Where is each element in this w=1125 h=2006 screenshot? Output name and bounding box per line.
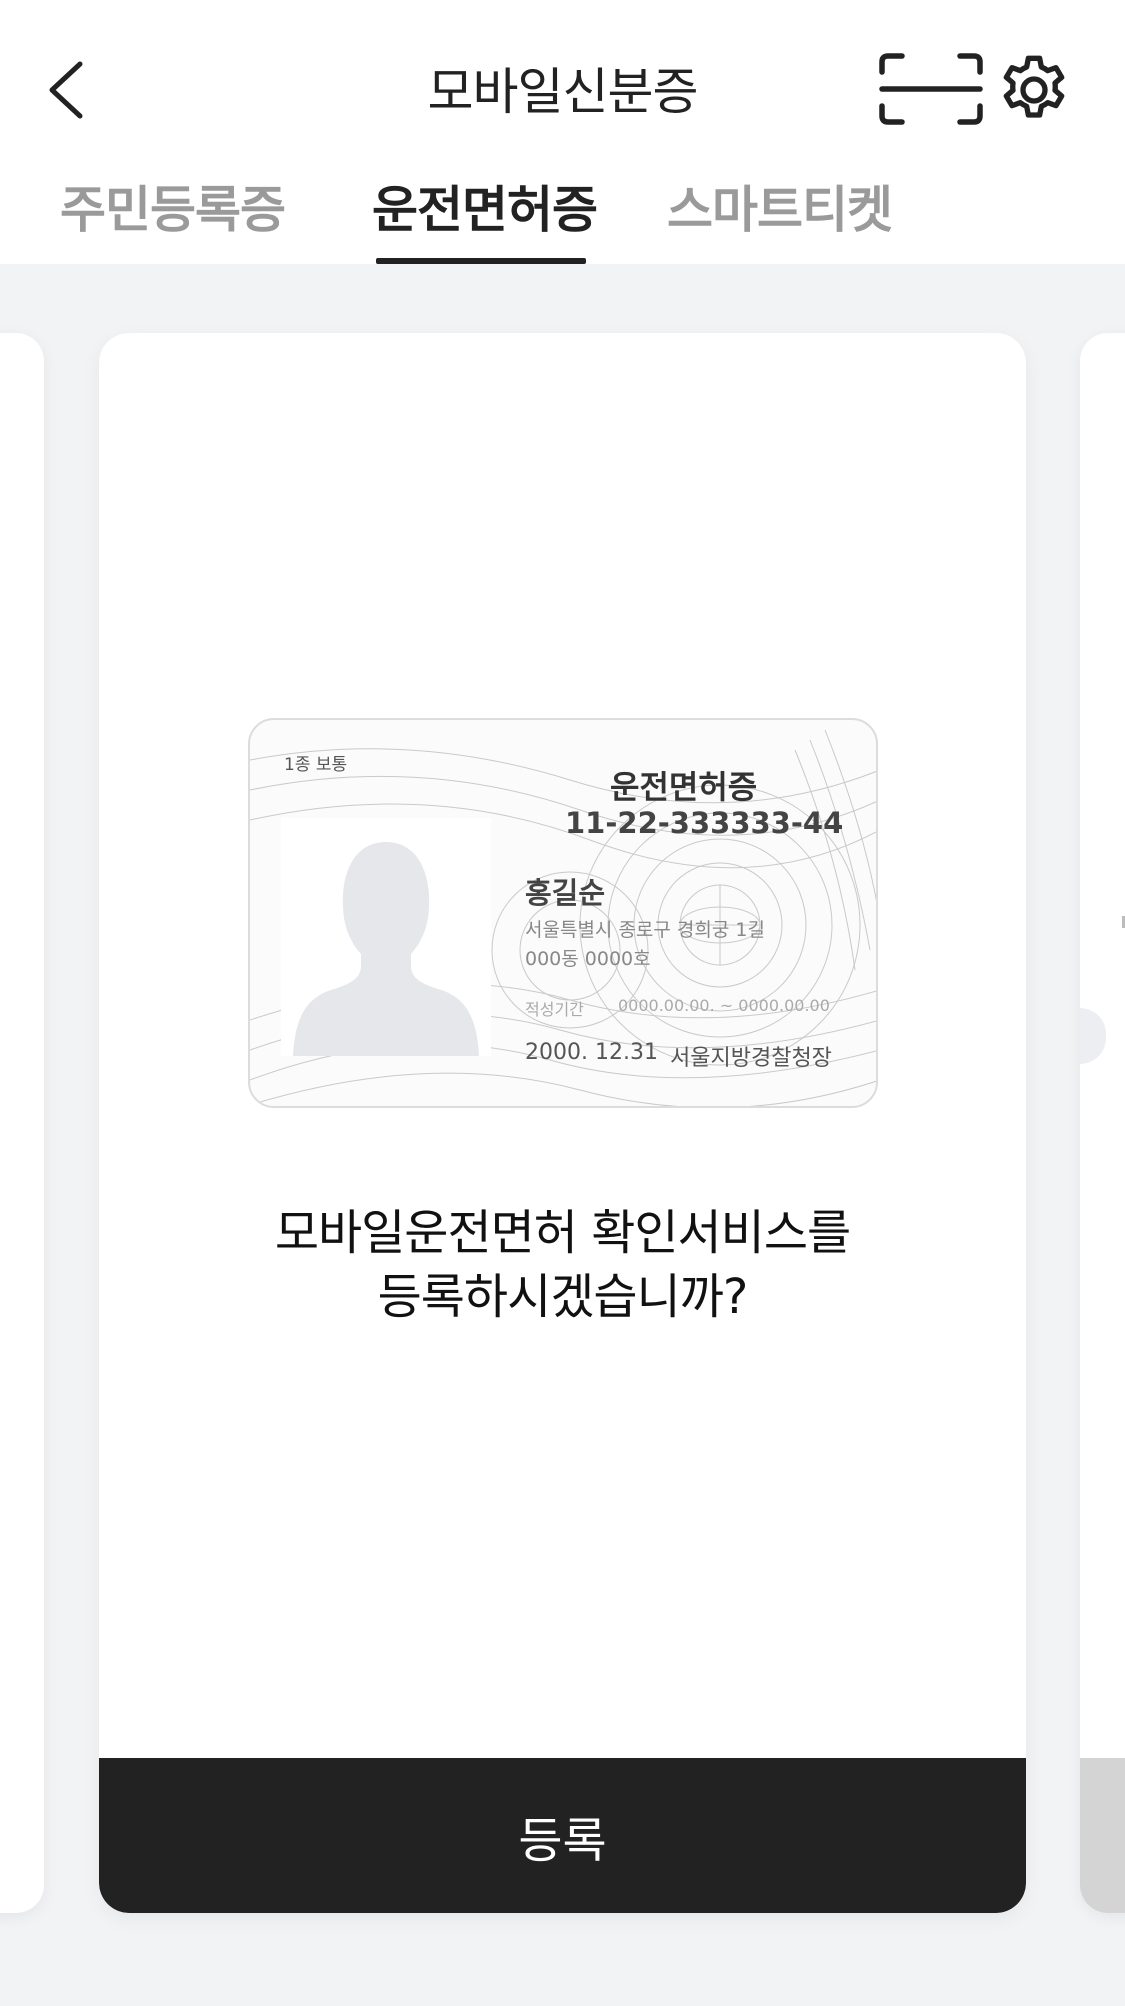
id-type-tabs: 주민등록증 운전면허증 스마트티켓 <box>0 170 1125 264</box>
register-button[interactable]: 등록 <box>99 1758 1026 1913</box>
address-line-2: 000동 0000호 <box>525 948 651 970</box>
previous-card[interactable] <box>0 333 44 1913</box>
tab-smart-ticket[interactable]: 스마트티켓 <box>667 170 893 242</box>
address-line-1: 서울특별시 종로구 경희궁 1길 <box>525 919 765 941</box>
photo-placeholder <box>281 818 491 1056</box>
license-title: 운전면허증 <box>610 768 758 806</box>
aptitude-period-label: 적성기간 <box>525 1000 584 1019</box>
next-card[interactable] <box>1080 333 1125 1913</box>
gear-icon <box>1003 55 1065 118</box>
scan-button[interactable] <box>878 52 984 126</box>
person-silhouette-icon <box>293 842 479 1056</box>
active-tab-indicator <box>376 258 586 264</box>
holder-name: 홍길순 <box>525 876 606 910</box>
license-card-image: 1종 보통 운전면허증 11-22-333333-44 홍길순 서울특별시 종로… <box>248 718 878 1108</box>
license-class: 1종 보통 <box>284 755 348 775</box>
license-number: 11-22-333333-44 <box>565 806 844 840</box>
tab-drivers-license[interactable]: 운전면허증 <box>372 170 598 242</box>
app-header: 모바일신분증 주민등록증 운전면허증 스마트티켓 <box>0 0 1125 264</box>
settings-button[interactable] <box>994 50 1074 130</box>
next-card-button <box>1080 1758 1125 1913</box>
license-registration-card: 1종 보통 운전면허증 11-22-333333-44 홍길순 서울특별시 종로… <box>99 333 1026 1913</box>
prompt-line-2: 등록하시겠습니까? <box>377 1269 749 1325</box>
prompt-line-1: 모바일운전면허 확인서비스를 <box>274 1205 851 1261</box>
registration-prompt: 모바일운전면허 확인서비스를 등록하시겠습니까? <box>99 1201 1026 1329</box>
aptitude-period-value: 0000.00.00. ~ 0000.00.00 <box>618 996 830 1015</box>
issuer: 서울지방경찰청장 <box>670 1046 832 1071</box>
scan-frame-icon <box>879 53 983 125</box>
card-notch <box>1080 1008 1106 1064</box>
issue-date: 2000. 12.31 <box>525 1040 658 1065</box>
tab-resident-card[interactable]: 주민등록증 <box>60 170 286 242</box>
